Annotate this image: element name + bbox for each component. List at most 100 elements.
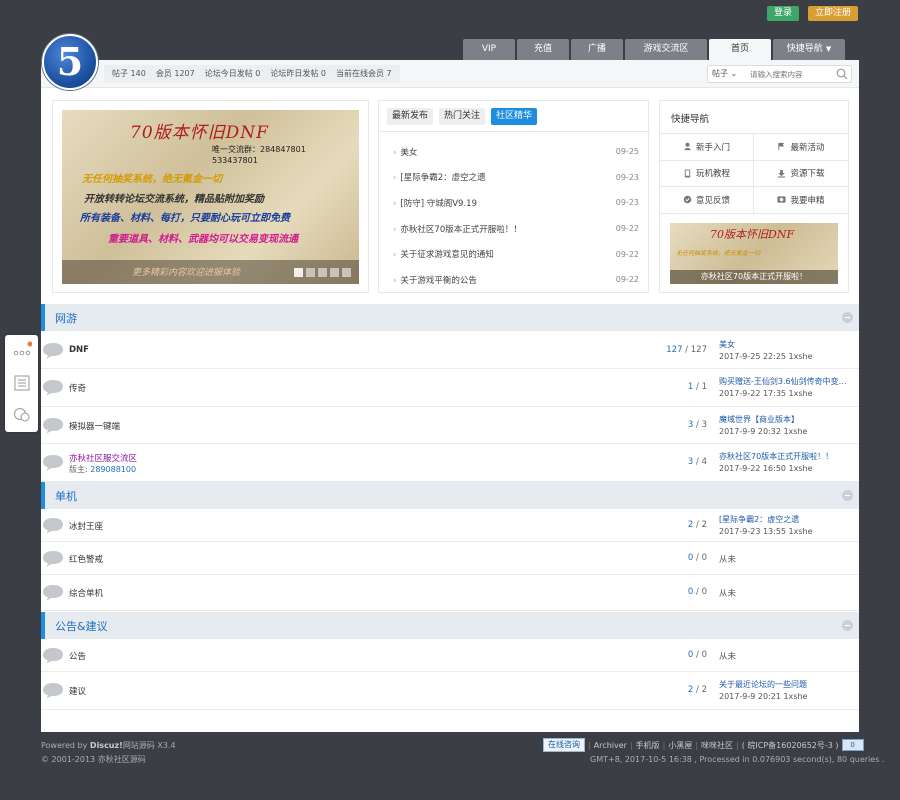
last-post-never: 从未 bbox=[719, 651, 737, 662]
search-input[interactable] bbox=[750, 67, 830, 81]
news-tab[interactable]: 社区精华 bbox=[491, 108, 538, 125]
news-item[interactable]: [防守] 守城阁V9.19 09-23 bbox=[393, 190, 639, 216]
quick-nav-item[interactable]: 资源下载 bbox=[754, 161, 848, 187]
news-item[interactable]: 关于游戏平衡的公告 09-22 bbox=[393, 267, 639, 293]
nav-tab[interactable]: 首页 bbox=[709, 39, 771, 60]
quick-nav-item[interactable]: 意见反馈 bbox=[660, 187, 754, 214]
news-title[interactable]: 亦秋社区70版本正式开服啦！！ bbox=[393, 223, 521, 235]
banner-image[interactable]: 70版本怀旧DNF 唯一交流群：284847801 533437801 无任何抽奖… bbox=[62, 110, 359, 284]
news-title[interactable]: [防守] 守城阁V9.19 bbox=[393, 197, 477, 209]
forum-name[interactable]: 综合单机 bbox=[69, 587, 103, 599]
slider-dot[interactable] bbox=[318, 268, 327, 277]
footer-link[interactable]: 手机版 bbox=[636, 740, 660, 751]
forum-row: 综合单机 0 / 0 从未 bbox=[41, 575, 859, 611]
nav-tab[interactable]: 快捷导航 ▼ bbox=[773, 39, 845, 60]
register-button[interactable]: 立即注册 bbox=[808, 6, 858, 21]
forum-count: 0 / 0 bbox=[647, 553, 707, 563]
forum-bubble-icon bbox=[43, 647, 63, 663]
news-title[interactable]: 关于游戏平衡的公告 bbox=[393, 274, 477, 286]
footer-link[interactable]: Archiver bbox=[594, 741, 627, 750]
collapse-icon[interactable] bbox=[842, 620, 853, 631]
section-title[interactable]: 公告&建议 bbox=[55, 618, 108, 634]
phone-icon bbox=[684, 169, 691, 178]
stats-badge[interactable]: 0 bbox=[841, 739, 864, 751]
news-item[interactable]: 亦秋社区70版本正式开服啦！！ 09-22 bbox=[393, 216, 639, 242]
footer-separator: | bbox=[736, 740, 739, 750]
news-tab[interactable]: 最新发布 bbox=[387, 108, 434, 125]
forum-name[interactable]: 冰封王座 bbox=[69, 520, 103, 532]
banner-qq-line1: 唯一交流群：284847801 bbox=[212, 145, 306, 154]
forum-name[interactable]: 传奇 bbox=[69, 382, 86, 394]
news-item[interactable]: 美女 09-25 bbox=[393, 139, 639, 165]
slider-dot[interactable] bbox=[294, 268, 303, 277]
forum-count: 0 / 0 bbox=[647, 650, 707, 660]
nav-tab[interactable]: VIP bbox=[463, 39, 515, 60]
forum-count: 3 / 4 bbox=[647, 457, 707, 467]
nav-tab[interactable]: 游戏交流区 bbox=[625, 39, 707, 60]
search-box: 帖子 ⌄ bbox=[707, 65, 852, 83]
slider-dot[interactable] bbox=[306, 268, 315, 277]
forum-name[interactable]: 建议 bbox=[69, 685, 86, 697]
search-icon[interactable] bbox=[836, 68, 848, 80]
quick-thumb-image[interactable]: 70版本怀旧DNF 无任何抽奖系统，绝无氪金一切 亦秋社区70版本正式开服啦！ bbox=[670, 223, 838, 284]
chevron-down-icon: ⌄ bbox=[730, 69, 738, 78]
more-icon[interactable] bbox=[12, 341, 32, 359]
login-button[interactable]: 登录 bbox=[767, 6, 799, 21]
forum-name[interactable]: 公告 bbox=[69, 650, 86, 662]
news-tab[interactable]: 热门关注 bbox=[439, 108, 486, 125]
last-post-meta: 2017-9-23 13:55 1xshe bbox=[719, 526, 813, 536]
last-post-title[interactable]: 亦秋社区70版本正式开服啦！！ bbox=[719, 451, 854, 462]
search-type-label: 帖子 bbox=[712, 69, 728, 78]
news-panel: 最新发布热门关注社区精华 美女09-25[星际争霸2：虚空之遗09-23[防守]… bbox=[378, 100, 650, 293]
last-post-title[interactable]: [星际争霸2：虚空之遗 bbox=[719, 514, 854, 525]
news-title[interactable]: [星际争霸2：虚空之遗 bbox=[393, 171, 485, 183]
section-title[interactable]: 单机 bbox=[55, 488, 77, 504]
post-count: 4 bbox=[701, 457, 707, 467]
slider-dot[interactable] bbox=[342, 268, 351, 277]
collapse-icon[interactable] bbox=[842, 312, 853, 323]
last-post-title[interactable]: 关于最近论坛的一些问题 bbox=[719, 679, 854, 690]
nav-tab[interactable]: 广播 bbox=[571, 39, 623, 60]
post-count: 1 bbox=[701, 382, 707, 392]
quick-nav-item[interactable]: 玩机教程 bbox=[660, 160, 754, 187]
list-icon[interactable] bbox=[12, 374, 32, 392]
news-title[interactable]: 关于征求游戏意见的通知 bbox=[393, 248, 494, 260]
forum-bubble-icon bbox=[43, 455, 63, 471]
moderator-link[interactable]: 289088100 bbox=[90, 465, 136, 474]
nav-tab[interactable]: 充值 bbox=[517, 39, 569, 60]
moderator-label: 版主: bbox=[69, 465, 88, 474]
footer-link[interactable]: 小黑屋 bbox=[668, 740, 692, 751]
chat-icon[interactable] bbox=[12, 406, 32, 424]
footer-link[interactable]: 咪咪社区 bbox=[701, 740, 733, 751]
slider-dot[interactable] bbox=[330, 268, 339, 277]
section-title[interactable]: 网游 bbox=[55, 310, 77, 326]
forum-name[interactable]: 红色警戒 bbox=[69, 553, 103, 565]
slider-dots bbox=[294, 268, 351, 277]
site-logo[interactable]: 5 bbox=[42, 34, 98, 90]
last-post-title[interactable]: 美女 bbox=[719, 339, 854, 350]
news-title[interactable]: 美女 bbox=[393, 146, 417, 158]
quick-nav-grid: 新手入门 最新活动 玩机教程 资源下载 意见反馈 我要申精 bbox=[660, 133, 848, 214]
forum-name[interactable]: 模拟器一键端 bbox=[69, 420, 120, 432]
powered-name[interactable]: Discuz! bbox=[90, 741, 123, 750]
last-post-title[interactable]: 魔域世界【商业版本】 bbox=[719, 414, 854, 425]
footer-link[interactable]: ( 皖ICP备16020652号-3 ) bbox=[742, 740, 839, 751]
forum-count: 0 / 0 bbox=[647, 587, 707, 597]
thumb-sub: 无任何抽奖系统，绝无氪金一切 bbox=[676, 250, 761, 257]
quick-nav-item[interactable]: 我要申精 bbox=[754, 187, 848, 214]
collapse-icon[interactable] bbox=[842, 490, 853, 501]
online-chat-button[interactable]: 在线咨询 bbox=[543, 738, 585, 752]
divider bbox=[379, 131, 650, 132]
news-item[interactable]: [星际争霸2：虚空之遗 09-23 bbox=[393, 165, 639, 191]
forum-name[interactable]: 亦秋社区服交流区 bbox=[69, 452, 137, 464]
forum-name[interactable]: DNF bbox=[69, 345, 89, 355]
quick-nav-panel: 快捷导航 新手入门 最新活动 玩机教程 资源下载 意见反馈 我要申精 70版本怀旧DNF … bbox=[659, 100, 849, 293]
news-item[interactable]: 关于征求游戏意见的通知 09-22 bbox=[393, 241, 639, 267]
last-post-title[interactable]: 购买赠送-王仙剑3.6仙剑传奇中变… bbox=[719, 376, 854, 387]
stat-online[interactable]: 当前在线会员 7 bbox=[336, 65, 392, 83]
search-type-select[interactable]: 帖子 ⌄ bbox=[712, 66, 737, 82]
quick-nav-item[interactable]: 新手入门 bbox=[660, 134, 754, 161]
count-sep: / bbox=[693, 685, 702, 695]
quick-nav-item[interactable]: 最新活动 bbox=[754, 134, 848, 161]
news-date: 09-23 bbox=[615, 198, 639, 208]
